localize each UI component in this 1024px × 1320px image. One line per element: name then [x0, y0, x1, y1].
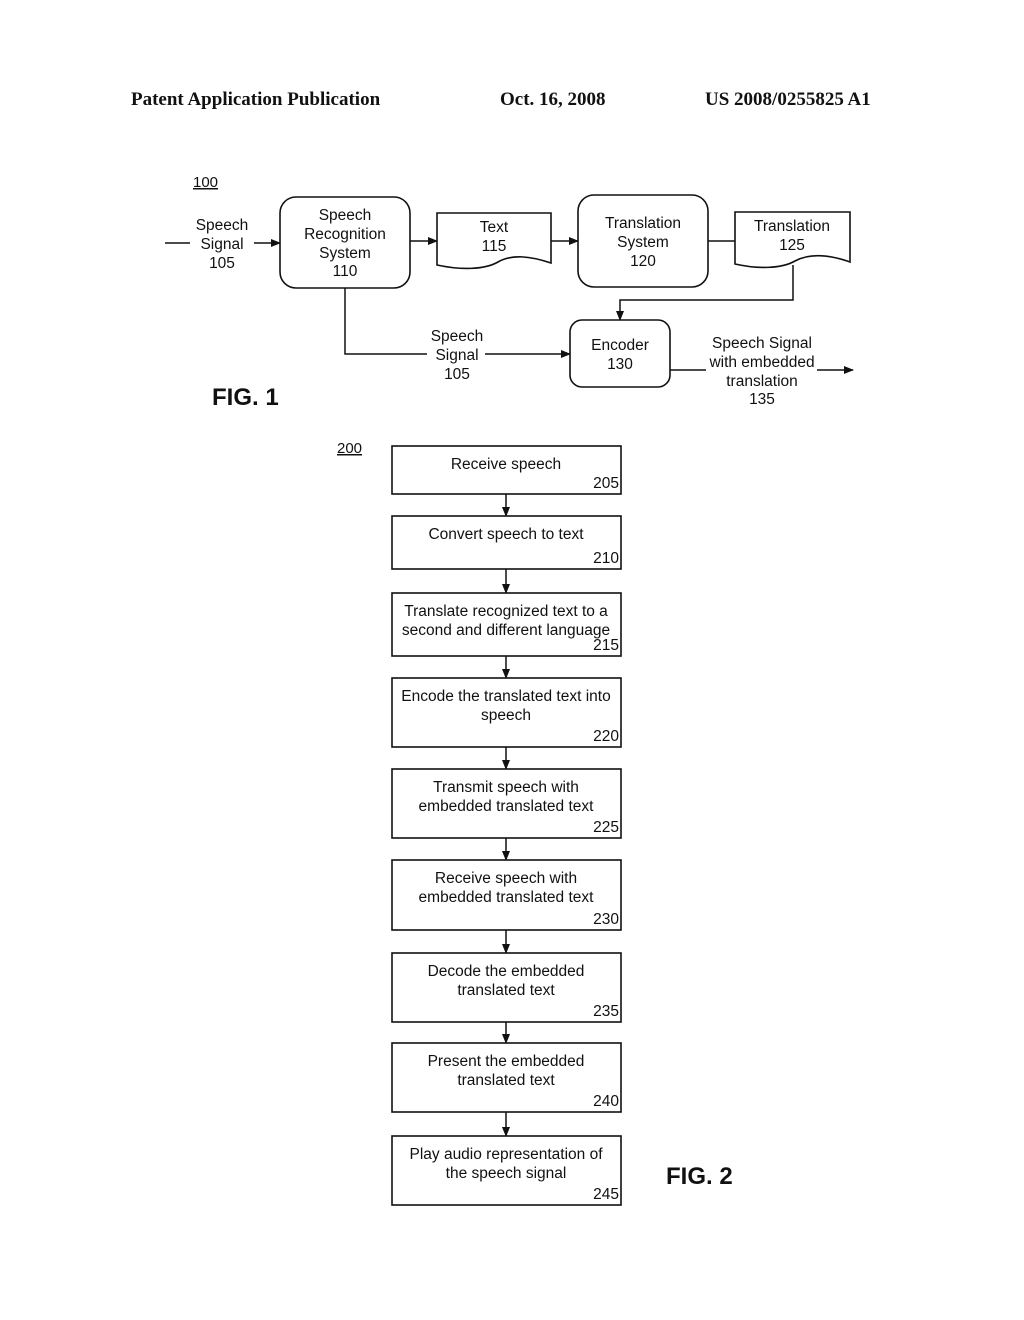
flow-step-text: the speech signal [446, 1165, 567, 1182]
flow-step: Translate recognized text to a second and… [391, 592, 622, 657]
flow-step-text: Receive speech [451, 456, 561, 473]
flow-step-text: Convert speech to text [428, 526, 584, 543]
flow-step: Receive speech 205 [391, 445, 622, 495]
flow-step-text: speech [481, 707, 531, 724]
flow-step-text: second and different language [402, 622, 610, 639]
svg-text:Translation: Translation [754, 218, 830, 235]
svg-text:Speech: Speech [319, 207, 372, 224]
svg-text:135: 135 [749, 391, 775, 408]
svg-text:105: 105 [209, 255, 235, 272]
fig2-ref-number: 200 [337, 440, 362, 457]
svg-text:130: 130 [607, 356, 633, 373]
flow-step-number: 210 [593, 550, 619, 567]
flow-step: Present the embedded translated text 240 [391, 1042, 622, 1113]
svg-text:125: 125 [779, 237, 805, 254]
svg-text:translation: translation [726, 373, 798, 390]
svg-text:System: System [319, 245, 371, 262]
svg-text:Speech: Speech [196, 217, 249, 234]
flow-step-number: 240 [593, 1093, 619, 1110]
flow-step-number: 220 [593, 728, 619, 745]
svg-text:Text: Text [480, 219, 509, 236]
svg-text:System: System [617, 234, 669, 251]
svg-text:115: 115 [482, 238, 507, 255]
flow-step: Encode the translated text into speech 220 [391, 677, 622, 748]
svg-text:Translation: Translation [605, 215, 681, 232]
svg-text:120: 120 [630, 253, 656, 270]
svg-text:Speech Signal: Speech Signal [712, 335, 812, 352]
flow-step-text: embedded translated text [419, 798, 595, 815]
output-signal-label: Speech Signal with embedded translation … [708, 335, 814, 408]
flow-step: Play audio representation of the speech s… [391, 1135, 622, 1206]
flow-step-number: 225 [593, 819, 619, 836]
svg-text:Recognition: Recognition [304, 226, 386, 243]
svg-text:110: 110 [333, 263, 358, 280]
fig2-caption: FIG. 2 [666, 1163, 733, 1190]
flow-step: Convert speech to text 210 [391, 515, 622, 570]
flow-step-text: Encode the translated text into [401, 688, 610, 705]
flow-step: Transmit speech with embedded translated … [391, 768, 622, 839]
flow-step-text: Translate recognized text to a [404, 603, 608, 620]
svg-text:105: 105 [444, 366, 470, 383]
branch-line [344, 288, 427, 355]
flow-step-text: translated text [457, 982, 555, 999]
flow-step-text: Present the embedded [428, 1053, 585, 1070]
input-signal-label: Speech Signal 105 [196, 217, 249, 272]
flow-step-text: translated text [457, 1072, 555, 1089]
flow-step-number: 215 [593, 637, 619, 654]
fig1-caption: FIG. 1 [212, 384, 279, 411]
flow-step-text: Transmit speech with [433, 779, 579, 796]
flow-step: Receive speech with embedded translated t… [391, 859, 622, 931]
flow-step-text: embedded translated text [419, 889, 595, 906]
flow-step-text: Play audio representation of [409, 1146, 603, 1163]
svg-text:Signal: Signal [200, 236, 243, 253]
flow-step-number: 245 [593, 1186, 619, 1203]
svg-text:Encoder: Encoder [591, 337, 649, 354]
branch-signal-label: Speech Signal 105 [431, 328, 484, 383]
fig2: 200 FIG. 2 Receive speech 205 Convert spee… [337, 440, 733, 1206]
flow-step-text: Receive speech with [435, 870, 577, 887]
svg-text:with embedded: with embedded [708, 354, 814, 371]
patent-figures: 100 Speech Signal 105 Speech Recognition… [165, 174, 854, 1206]
fig1-ref-number: 100 [193, 174, 218, 191]
flow-step-number: 230 [593, 911, 619, 928]
flow-step: Decode the embedded translated text 235 [391, 952, 622, 1023]
flow-step-text: Decode the embedded [428, 963, 585, 980]
fig1: 100 Speech Signal 105 Speech Recognition… [165, 174, 854, 411]
svg-text:Signal: Signal [435, 347, 478, 364]
svg-text:Speech: Speech [431, 328, 484, 345]
flow-step-number: 235 [593, 1003, 619, 1020]
flow-step-number: 205 [593, 475, 619, 492]
